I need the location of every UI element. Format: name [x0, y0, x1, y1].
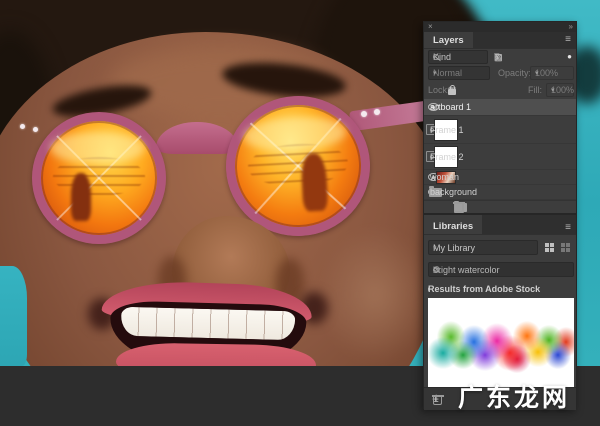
lock-label: Lock:: [428, 83, 450, 97]
chevron-down-icon: ▾: [433, 69, 437, 77]
list-view-icon[interactable]: [561, 243, 570, 252]
layers-tabbar: Layers ≡: [424, 32, 576, 49]
lock-row: Lock: ▦ ✎ + ▭ Fill: 100% ▾: [424, 82, 576, 98]
fill-label: Fill:: [528, 83, 542, 97]
library-name: My Library: [433, 243, 475, 253]
library-select[interactable]: My Library ▾: [428, 240, 538, 255]
blend-mode-value: Normal: [433, 68, 462, 78]
delete-layer-icon[interactable]: [454, 204, 463, 212]
filter-type-buttons: ▤ ◑ T ▢ ▧: [492, 50, 574, 64]
stock-results-label: Results from Adobe Stock: [428, 284, 540, 294]
close-icon[interactable]: ×: [428, 22, 433, 32]
layer-row-artboard-1[interactable]: ▾ artboard 1: [424, 99, 576, 116]
grid-view-icon[interactable]: [545, 243, 554, 252]
site-watermark: 广东龙网: [458, 378, 598, 414]
fill-input[interactable]: 100% ▾: [546, 83, 574, 97]
layers-bottom-toolbar: ∞ fx: [424, 200, 576, 213]
trash-icon: [433, 397, 442, 405]
layer-row-background[interactable]: ▸ background: [424, 185, 576, 200]
teeth: [121, 307, 296, 341]
lens-reflection-lines: [247, 141, 350, 188]
chevron-down-icon[interactable]: ▾: [436, 266, 440, 274]
chevron-down-icon: ▾: [433, 244, 437, 252]
search-value: bright watercolor: [433, 265, 500, 275]
layer-name: Frame 1: [430, 125, 464, 135]
chevron-down-icon: ▾: [433, 53, 437, 61]
stock-result-thumbnail[interactable]: [428, 298, 574, 387]
chevron-down-icon: ▾: [551, 86, 555, 94]
layers-filter-row: Kind ▾ ▤ ◑ T ▢ ▧ ●: [424, 49, 576, 65]
lens-reflection-lines: [53, 157, 146, 196]
libraries-tabbar: Libraries ≡: [424, 213, 576, 235]
opacity-label: Opacity:: [498, 66, 531, 80]
layer-row-frame-2[interactable]: Frame 2: [424, 144, 576, 170]
watercolor-splash-image: [428, 310, 574, 376]
layer-name: Frame 2: [430, 152, 464, 162]
layer-row-frame-1[interactable]: Frame 1: [424, 116, 576, 144]
layer-name: background: [430, 187, 477, 197]
hinge-dot: [20, 124, 25, 129]
tab-layers[interactable]: Layers: [424, 32, 473, 48]
tab-libraries[interactable]: Libraries: [424, 215, 482, 234]
chevron-down-icon: ▾: [535, 69, 539, 77]
panel-group: × » Layers ≡ Kind ▾ ▤ ◑ T ▢ ▧ ●: [423, 21, 577, 409]
panel-titlebar[interactable]: × »: [424, 22, 576, 32]
sunglasses-left-lens: [32, 112, 166, 244]
collapse-panel-icon[interactable]: »: [569, 22, 572, 32]
layer-name: artboard 1: [430, 102, 471, 112]
filter-kind-select[interactable]: Kind ▾: [428, 50, 488, 64]
background-sky-patch: [0, 266, 27, 366]
filter-smart-object-icon[interactable]: ▧: [494, 52, 503, 63]
opacity-input[interactable]: 100% ▾: [530, 66, 574, 80]
stock-results-header[interactable]: ▸ Results from Adobe Stock: [428, 282, 574, 296]
hinge-dot: [361, 111, 367, 117]
panel-menu-icon[interactable]: ≡: [565, 34, 571, 45]
layer-row-woman[interactable]: woman: [424, 170, 576, 185]
reflection-figure: [71, 173, 91, 221]
lock-all-icon[interactable]: [448, 89, 456, 95]
blend-mode-select[interactable]: Normal ▾: [428, 66, 490, 80]
blend-mode-row: Normal ▾ Opacity: 100% ▾: [424, 65, 576, 81]
hinge-dot: [33, 127, 38, 132]
hinge-dot: [374, 109, 380, 115]
cheek-highlight: [318, 225, 433, 365]
photoshop-workspace: × » Layers ≡ Kind ▾ ▤ ◑ T ▢ ▧ ●: [0, 0, 600, 426]
filter-toggle-icon[interactable]: ●: [567, 50, 572, 64]
delete-element-button[interactable]: [432, 393, 444, 405]
library-search-input[interactable]: bright watercolor ⊗ ▾: [428, 262, 574, 277]
panel-menu-icon[interactable]: ≡: [565, 222, 571, 233]
layer-name: woman: [430, 172, 459, 182]
